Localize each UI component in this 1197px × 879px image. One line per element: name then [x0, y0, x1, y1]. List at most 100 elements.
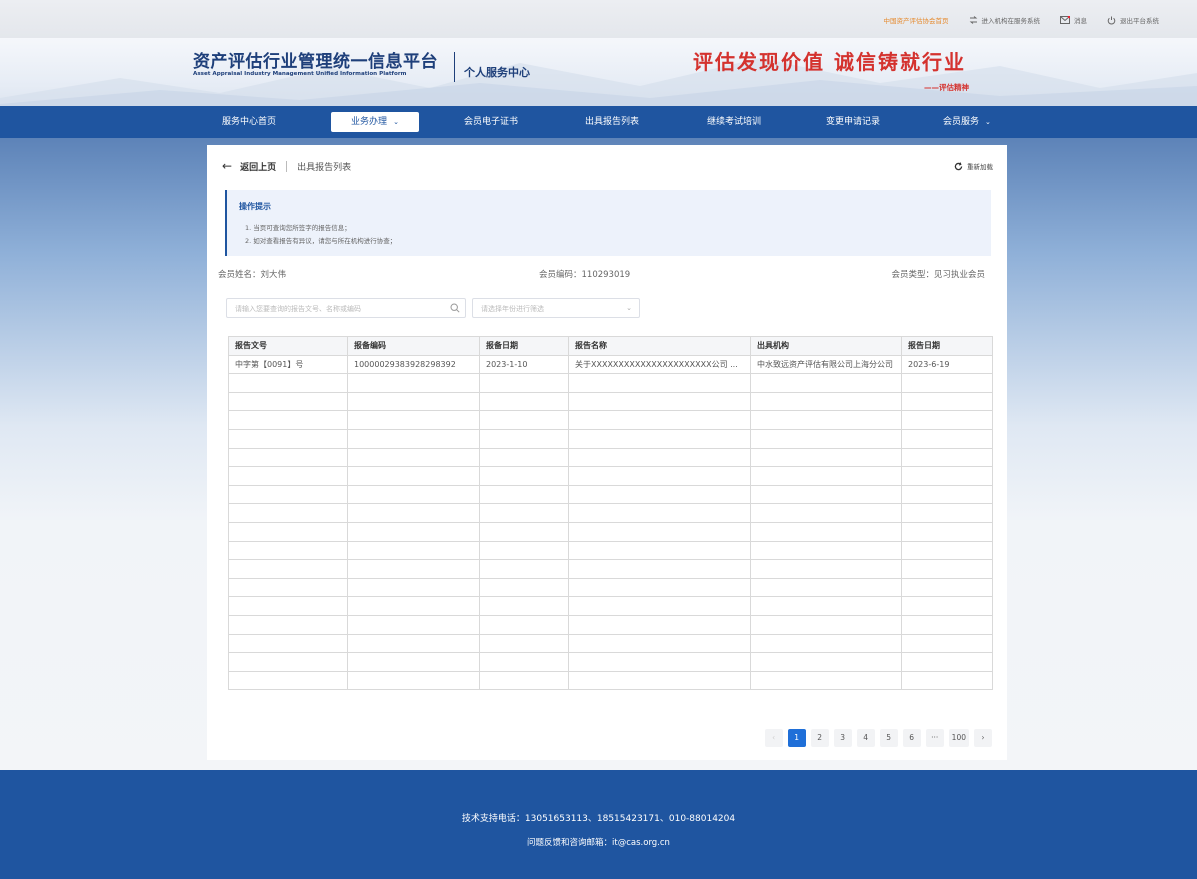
table-cell [347, 447, 480, 468]
next-page-button[interactable]: › [974, 729, 992, 747]
last-page-button[interactable]: 100 [948, 729, 969, 747]
table-cell [750, 670, 902, 691]
table-row-empty [228, 614, 993, 635]
support-phone: 技术支持电话：13051653113、18515423171、010-88014… [461, 814, 736, 824]
table-row-empty [228, 521, 993, 542]
table-row-empty [228, 670, 993, 691]
table-cell [901, 428, 993, 449]
enter-agency-system-link[interactable]: 进入机构在服务系统 [969, 15, 1040, 25]
year-filter-select[interactable]: 请选择年份进行筛选 ⌄ [472, 298, 640, 318]
nav-item-report-list[interactable]: 出具报告列表 [585, 106, 639, 138]
column-header: 出具机构 [750, 336, 902, 356]
table-cell [479, 373, 569, 393]
table-cell [228, 633, 348, 654]
table-cell [568, 521, 751, 542]
nav-item-certificate[interactable]: 会员电子证书 [464, 106, 518, 138]
table-cell [901, 484, 993, 505]
page-button[interactable]: 1 [787, 729, 806, 747]
column-header: 报备日期 [479, 336, 569, 356]
table-cell [228, 410, 348, 430]
nav-item-home[interactable]: 服务中心首页 [222, 106, 276, 138]
table-cell: 10000029383928298392 [347, 354, 480, 375]
table-cell [479, 540, 569, 561]
table-cell [568, 614, 751, 635]
footer: 技术支持电话：13051653113、18515423171、010-88014… [0, 770, 1197, 879]
page-button[interactable]: 2 [810, 729, 829, 747]
table-cell [228, 596, 348, 616]
table-cell [228, 503, 348, 523]
main-nav: 服务中心首页 业务办理 ⌄ 会员电子证书 出具报告列表 继续考试培训 变更申请记录… [0, 106, 1197, 138]
table-cell [479, 484, 569, 505]
table-cell [479, 521, 569, 542]
table-cell: 2023-1-10 [479, 354, 569, 375]
page-button[interactable]: 4 [856, 729, 875, 747]
nav-item-training[interactable]: 继续考试培训 [707, 106, 761, 138]
page-button[interactable]: 5 [879, 729, 898, 747]
logout-link[interactable]: 退出平台系统 [1107, 15, 1159, 25]
nav-item-member-service[interactable]: 会员服务 ⌄ [943, 106, 991, 138]
member-name: 会员姓名：刘大伟 [218, 270, 287, 280]
table-cell [901, 373, 993, 393]
breadcrumb-divider [286, 160, 288, 172]
service-center-title: 个人服务中心 [464, 66, 530, 79]
table-cell [901, 652, 993, 672]
table-cell [479, 652, 569, 672]
table-cell [901, 466, 993, 486]
prev-page-button[interactable]: ‹ [764, 729, 783, 747]
page-ellipsis[interactable]: ··· [925, 729, 944, 747]
breadcrumb-current: 出具报告列表 [297, 162, 352, 173]
table-cell [568, 410, 751, 430]
table-cell [479, 577, 569, 598]
tips-title: 操作提示 [239, 202, 271, 211]
table-cell [228, 466, 348, 486]
column-header: 报告文号 [228, 336, 348, 356]
table-cell [568, 559, 751, 579]
platform-logo-en: Asset Appraisal Industry Management Unif… [193, 71, 407, 77]
table-cell [347, 652, 480, 672]
table-cell [228, 577, 348, 598]
back-link[interactable]: 返回上页 [240, 160, 276, 173]
table-cell [901, 410, 993, 430]
table-cell [568, 540, 751, 561]
table-cell [347, 521, 480, 542]
report-search-input[interactable]: 请输入您要查询的报告文号、名称或编码 [226, 298, 466, 318]
table-cell [347, 391, 480, 412]
nav-item-change-records[interactable]: 变更申请记录 [826, 106, 880, 138]
table-cell [750, 596, 902, 616]
table-row-empty [228, 410, 993, 430]
table-cell [901, 577, 993, 598]
table-cell [750, 391, 902, 412]
table-cell [901, 559, 993, 579]
table-cell [479, 410, 569, 430]
chevron-down-icon: ⌄ [985, 118, 991, 126]
table-cell [347, 540, 480, 561]
logo-divider [454, 52, 455, 82]
table-cell [750, 428, 902, 449]
table-cell [347, 670, 480, 691]
feedback-email: 问题反馈和咨询邮箱：it@cas.org.cn [527, 838, 670, 848]
page-button[interactable]: 3 [833, 729, 852, 747]
chevron-down-icon: ⌄ [626, 304, 632, 312]
table-cell [568, 670, 751, 691]
table-cell [750, 614, 902, 635]
table-row[interactable]: 中字第【0091】号 10000029383928298392 2023-1-1… [228, 354, 993, 375]
table-cell [568, 577, 751, 598]
table-cell [228, 521, 348, 542]
table-row-empty [228, 466, 993, 486]
messages-link[interactable]: 消息 [1060, 15, 1087, 25]
refresh-icon [954, 161, 963, 170]
pagination: ‹ 1 2 3 4 5 6 ··· 100 › [764, 729, 992, 747]
nav-item-business[interactable]: 业务办理 ⌄ [331, 112, 419, 132]
slogan-signature: ——评估精神 [924, 83, 969, 92]
search-icon[interactable] [450, 303, 460, 313]
header-banner: 资产评估行业管理统一信息平台 Asset Appraisal Industry … [0, 38, 1197, 106]
member-type: 会员类型：见习执业会员 [891, 270, 985, 280]
association-home-link[interactable]: 中国资产评估协会首页 [884, 15, 949, 25]
table-cell [347, 614, 480, 635]
table-cell: 2023-6-19 [901, 354, 993, 375]
table-cell [750, 410, 902, 430]
refresh-button[interactable]: 重新加载 [954, 161, 993, 171]
page-button[interactable]: 6 [902, 729, 921, 747]
back-arrow-icon[interactable]: ← [222, 159, 232, 173]
tips-line: 2. 如对查看报告有异议，请您与所在机构进行协查； [245, 237, 397, 245]
